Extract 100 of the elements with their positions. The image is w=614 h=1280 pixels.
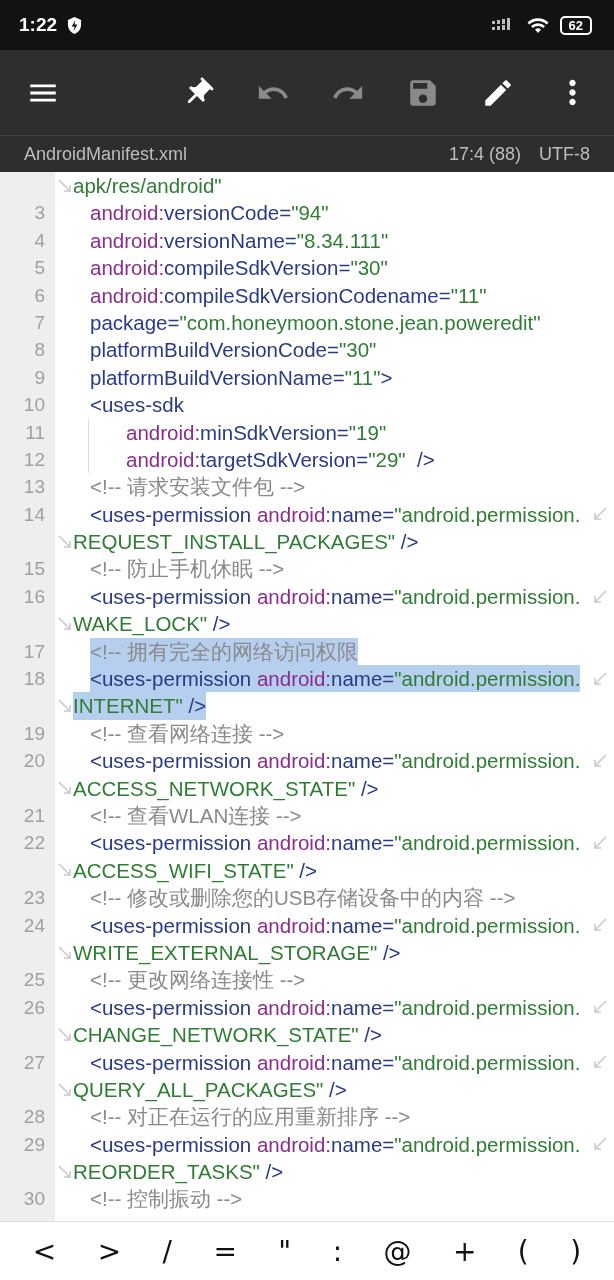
code-line: platformBuildVersionCode="30" xyxy=(90,337,377,364)
code-line: <uses-permission android:name="android.permission. xyxy=(90,583,581,610)
line-number: 3 xyxy=(34,202,45,224)
code-line: ACCESS_NETWORK_STATE" /> xyxy=(73,775,379,802)
code-line: <!-- 修改或删除您的USB存储设备中的内容 --> xyxy=(90,885,516,912)
battery-indicator: 62 xyxy=(559,15,592,35)
wifi-icon xyxy=(525,16,550,34)
code-line: WAKE_LOCK" /> xyxy=(73,611,231,638)
wrap-arrow-icon xyxy=(57,533,73,550)
code-line: <uses-permission android:name="android.permission. xyxy=(90,748,581,775)
line-number: 9 xyxy=(34,366,45,388)
symbol-key[interactable]: : xyxy=(324,1234,351,1268)
code-line: <!-- 查看WLAN连接 --> xyxy=(90,803,302,829)
wrap-arrow-icon xyxy=(592,588,608,605)
code-line: <uses-permission android:name="android.permission. xyxy=(90,994,581,1021)
code-line: android:compileSdkVersion="30" xyxy=(90,255,388,282)
wrap-arrow-icon xyxy=(57,615,73,632)
symbol-key[interactable]: " xyxy=(270,1234,300,1268)
code-line: CHANGE_NETWORK_STATE" /> xyxy=(73,1022,382,1049)
code-line: QUERY_ALL_PACKAGES" /> xyxy=(73,1076,347,1104)
wrap-arrow-icon xyxy=(57,177,73,194)
line-number: 11 xyxy=(25,421,45,443)
code-line: <uses-permission android:name="android.permission. xyxy=(90,830,581,857)
code-line: REQUEST_INSTALL_PACKAGES" /> xyxy=(73,529,419,556)
line-number: 27 xyxy=(23,1051,45,1073)
wrap-arrow-icon xyxy=(57,1163,73,1180)
code-line: platformBuildVersionName="11"> xyxy=(90,364,393,391)
wrap-arrow-icon xyxy=(57,944,73,961)
wrap-arrow-icon xyxy=(592,670,608,687)
code-line: android:versionCode="94" xyxy=(90,200,329,227)
line-number: 16 xyxy=(23,585,45,607)
code-line: <uses-permission android:name="android.permission. xyxy=(90,1049,581,1076)
code-line: <!-- 控制振动 --> xyxy=(90,1186,243,1213)
symbol-key[interactable]: / xyxy=(154,1234,180,1268)
wrap-arrow-icon xyxy=(57,1081,73,1098)
code-line: REORDER_TASKS" /> xyxy=(73,1159,284,1186)
code-line: apk/res/android" xyxy=(73,173,222,199)
line-number: 23 xyxy=(23,887,45,909)
line-number: 29 xyxy=(23,1133,45,1155)
wrap-arrow-icon xyxy=(592,999,608,1016)
clock-time: 1:22 xyxy=(19,14,58,36)
code-line: ACCESS_WIFI_STATE" /> xyxy=(73,857,318,885)
wrap-arrow-icon xyxy=(57,1026,73,1043)
code-line: <!-- 防止手机休眠 --> xyxy=(90,556,285,583)
line-number: 13 xyxy=(23,476,45,498)
line-number: 8 xyxy=(34,339,45,361)
encoding-label: UTF-8 xyxy=(539,143,590,165)
line-number: 12 xyxy=(23,448,45,470)
code-line: <!-- 更改网络连接性 --> xyxy=(90,967,306,994)
code-line: <uses-permission android:name="android.permission. xyxy=(90,912,581,939)
code-line: <uses-sdk xyxy=(90,392,184,419)
symbol-key[interactable]: = xyxy=(205,1234,245,1268)
code-line: package="com.honeymoon.stone.jean.poweredit" xyxy=(90,309,541,336)
code-line: android:targetSdkVersion="29" /> xyxy=(126,446,435,473)
code-line: android:versionName="8.34.111" xyxy=(90,227,389,254)
symbol-key[interactable]: + xyxy=(444,1234,485,1268)
symbol-key[interactable]: ( xyxy=(509,1234,537,1268)
line-number: 15 xyxy=(23,558,45,580)
shield-icon xyxy=(67,16,83,34)
line-number: 20 xyxy=(23,750,45,772)
line-number: 5 xyxy=(34,257,45,279)
line-number: 21 xyxy=(23,805,45,826)
symbol-key[interactable]: > xyxy=(89,1234,130,1268)
wrap-arrow-icon xyxy=(592,1136,608,1153)
symbol-key[interactable]: @ xyxy=(375,1234,420,1268)
line-number: 4 xyxy=(34,229,45,251)
line-number: 18 xyxy=(23,668,45,690)
line-number: 14 xyxy=(23,503,45,525)
symbol-key[interactable]: ) xyxy=(562,1234,590,1268)
line-number: 22 xyxy=(23,832,45,854)
code-line: android:compileSdkVersionCodename="11" xyxy=(90,282,487,309)
line-number: 6 xyxy=(34,284,45,306)
line-number: 24 xyxy=(23,914,45,936)
symbol-key[interactable]: < xyxy=(24,1234,65,1268)
wrap-arrow-icon xyxy=(57,780,73,797)
code-line: WRITE_EXTERNAL_STORAGE" /> xyxy=(73,939,401,967)
code-line: <uses-permission android:name="android.permission. xyxy=(90,501,581,528)
line-number: 10 xyxy=(23,394,45,416)
line-number: 19 xyxy=(23,722,45,744)
code-line: <!-- 请求安装文件包 --> xyxy=(90,474,306,501)
code-line: <uses-permission android:name="android.permission. xyxy=(90,1131,581,1158)
code-line: <!-- 对正在运行的应用重新排序 --> xyxy=(90,1104,411,1131)
line-number: 17 xyxy=(23,640,45,662)
line-number: 25 xyxy=(23,969,45,991)
wrap-arrow-icon xyxy=(592,506,608,523)
line-number: 7 xyxy=(34,311,45,333)
wrap-arrow-icon xyxy=(592,917,608,934)
wrap-arrow-icon xyxy=(592,835,608,852)
wrap-arrow-icon xyxy=(592,752,608,769)
code-line: android:minSdkVersion="19" xyxy=(126,419,387,446)
line-number: 30 xyxy=(23,1188,45,1210)
file-name: AndroidManifest.xml xyxy=(24,143,188,165)
cursor-position: 17:4 (88) xyxy=(448,143,521,165)
code-line: <!-- 查看网络连接 --> xyxy=(90,720,285,747)
wrap-arrow-icon xyxy=(57,698,73,715)
wrap-arrow-icon xyxy=(57,862,73,879)
more-icon xyxy=(568,79,577,106)
wrap-arrow-icon xyxy=(592,1054,608,1071)
line-number: 26 xyxy=(23,996,45,1018)
line-number: 28 xyxy=(23,1106,45,1128)
